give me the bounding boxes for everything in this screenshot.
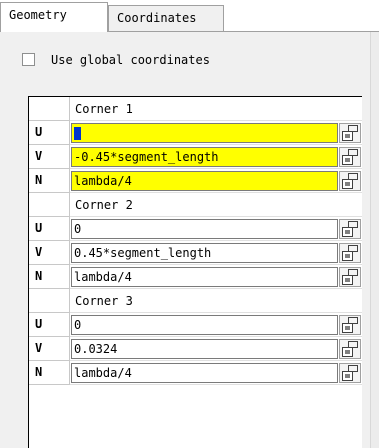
- corner-3-row-u: U 0: [29, 313, 362, 337]
- lock-icon[interactable]: [339, 123, 361, 143]
- lock-icon[interactable]: [339, 363, 361, 383]
- row-key: N: [29, 169, 70, 193]
- lock-icon[interactable]: [339, 243, 361, 263]
- lock-icon[interactable]: [339, 315, 361, 335]
- corner-2-title: Corner 2: [75, 198, 133, 212]
- row-key: V: [29, 337, 70, 361]
- corner-1-n-field[interactable]: lambda/4: [71, 171, 338, 191]
- use-global-coordinates-checkbox[interactable]: [22, 53, 35, 66]
- lock-icon[interactable]: [339, 171, 361, 191]
- row-key: N: [29, 361, 70, 385]
- row-key: V: [29, 241, 70, 265]
- corner-2-row-n: N lambda/4: [29, 265, 362, 289]
- tab-coordinates[interactable]: Coordinates: [108, 5, 224, 31]
- corner-1-header: Corner 1: [29, 97, 362, 121]
- tab-geometry[interactable]: Geometry: [0, 2, 108, 32]
- corner-property-grid: Corner 1 U V -0.45*segment_length N lamb…: [28, 96, 362, 448]
- corner-3-title: Corner 3: [75, 294, 133, 308]
- row-key-blank: [29, 97, 70, 121]
- lock-icon[interactable]: [339, 339, 361, 359]
- vertical-scrollbar[interactable]: [370, 32, 379, 448]
- corner-2-n-field[interactable]: lambda/4: [71, 267, 338, 287]
- corner-3-n-field[interactable]: lambda/4: [71, 363, 338, 383]
- corner-2-u-field[interactable]: 0: [71, 219, 338, 239]
- lock-icon[interactable]: [339, 267, 361, 287]
- row-key: U: [29, 121, 70, 145]
- corner-1-row-u: U: [29, 121, 362, 145]
- corner-2-header: Corner 2: [29, 193, 362, 217]
- corner-2-row-v: V 0.45*segment_length: [29, 241, 362, 265]
- corner-1-title: Corner 1: [75, 102, 133, 116]
- row-key: V: [29, 145, 70, 169]
- corner-1-row-v: V -0.45*segment_length: [29, 145, 362, 169]
- corner-3-v-field[interactable]: 0.0324: [71, 339, 338, 359]
- corner-3-header: Corner 3: [29, 289, 362, 313]
- row-key-blank: [29, 193, 70, 217]
- corner-3-u-field[interactable]: 0: [71, 315, 338, 335]
- lock-icon[interactable]: [339, 147, 361, 167]
- corner-2-row-u: U 0: [29, 217, 362, 241]
- corner-3-row-n: N lambda/4: [29, 361, 362, 385]
- row-key-blank: [29, 289, 70, 313]
- use-global-coordinates-label: Use global coordinates: [51, 53, 210, 67]
- text-cursor: [74, 127, 81, 140]
- corner-1-v-field[interactable]: -0.45*segment_length: [71, 147, 338, 167]
- row-key: U: [29, 313, 70, 337]
- row-divider: [70, 384, 362, 385]
- row-key: U: [29, 217, 70, 241]
- corner-3-row-v: V 0.0324: [29, 337, 362, 361]
- corner-1-row-n: N lambda/4: [29, 169, 362, 193]
- tab-bar: Geometry Coordinates: [0, 0, 379, 32]
- corner-1-u-field[interactable]: [71, 123, 338, 143]
- corner-2-v-field[interactable]: 0.45*segment_length: [71, 243, 338, 263]
- lock-icon[interactable]: [339, 219, 361, 239]
- row-key: N: [29, 265, 70, 289]
